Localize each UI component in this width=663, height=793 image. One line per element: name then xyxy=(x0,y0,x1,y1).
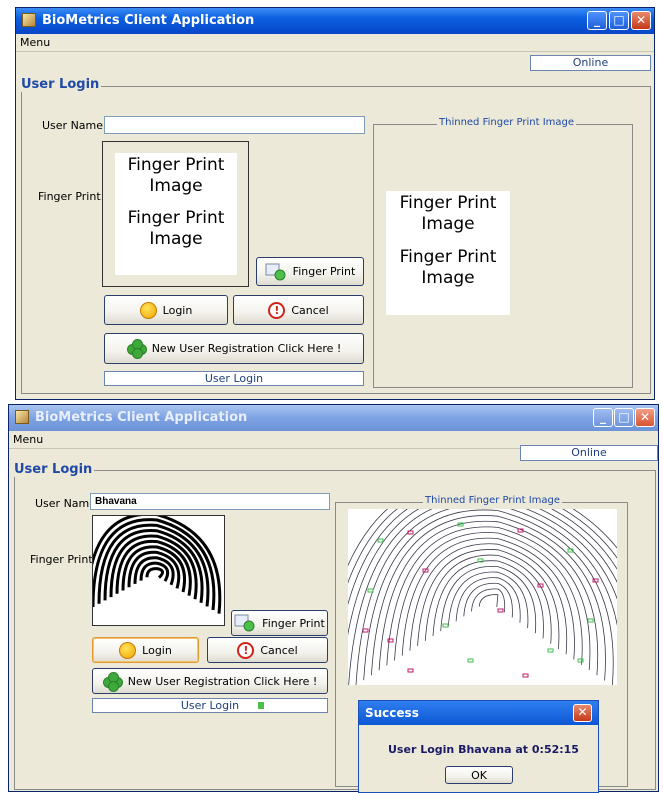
new-user-registration-button[interactable]: New User Registration Click Here ! xyxy=(92,668,328,694)
fingerprint-button-label: Finger Print xyxy=(262,616,325,630)
login-button[interactable]: Login xyxy=(92,637,199,663)
fingerprint-button[interactable]: Finger Print xyxy=(256,257,364,286)
cancel-button[interactable]: ! Cancel xyxy=(233,295,364,325)
title-bar[interactable]: BioMetrics Client Application _ □ ✕ xyxy=(9,405,658,431)
login-button-label: Login xyxy=(162,303,193,317)
title-bar[interactable]: BioMetrics Client Application _ □ ✕ xyxy=(16,8,654,34)
stop-icon: ! xyxy=(237,641,255,659)
dialog-message: User Login Bhavana at 0:52:15 xyxy=(388,743,579,756)
app-window-before-login: BioMetrics Client Application _ □ ✕ Menu… xyxy=(15,7,655,400)
ok-button-label: OK xyxy=(471,768,487,782)
group-title: User Login xyxy=(19,77,102,92)
window-title: BioMetrics Client Application xyxy=(42,13,255,28)
progress-label: User Login xyxy=(180,699,240,712)
login-button-label: Login xyxy=(142,643,172,657)
menu-item[interactable]: Menu xyxy=(20,36,50,49)
clover-icon xyxy=(102,671,123,692)
progress-label: User Login xyxy=(204,372,264,385)
connection-status: Online xyxy=(520,445,658,461)
success-dialog: Success ✕ User Login Bhavana at 0:52:15 … xyxy=(358,700,599,793)
ok-button[interactable]: OK xyxy=(445,766,513,784)
smiley-icon xyxy=(119,641,137,659)
smiley-icon xyxy=(139,301,157,319)
login-progress-bar: User Login xyxy=(92,698,328,713)
maximize-button[interactable]: □ xyxy=(614,408,634,427)
maximize-button[interactable]: □ xyxy=(609,11,629,30)
minimize-button[interactable]: _ xyxy=(593,408,613,427)
dialog-title-bar[interactable]: Success ✕ xyxy=(359,701,598,725)
fingerprint-scanner-icon xyxy=(265,263,287,281)
registration-button-label: New User Registration Click Here ! xyxy=(127,674,318,688)
thinned-image-placeholder: Finger Print Image Finger Print Image xyxy=(386,191,510,315)
window-title: BioMetrics Client Application xyxy=(35,410,248,425)
registration-button-label: New User Registration Click Here ! xyxy=(151,342,342,355)
user-name-label: User Name: xyxy=(42,119,107,132)
stop-icon: ! xyxy=(268,301,286,319)
thinned-image-title: Thinned Finger Print Image xyxy=(423,495,563,506)
cancel-button-label: Cancel xyxy=(260,643,298,657)
cancel-button-label: Cancel xyxy=(291,303,329,317)
clover-icon xyxy=(126,339,147,359)
login-progress-bar: User Login xyxy=(104,371,364,386)
fingerprint-label: Finger Print: xyxy=(38,190,105,203)
thinned-image-title: Thinned Finger Print Image xyxy=(437,117,577,128)
fingerprint-image-placeholder: Finger Print Image Finger Print Image xyxy=(115,153,237,275)
app-window-icon xyxy=(15,410,29,424)
close-button[interactable]: ✕ xyxy=(631,11,651,30)
user-name-input[interactable] xyxy=(90,493,330,510)
new-user-registration-button[interactable]: New User Registration Click Here ! xyxy=(104,333,364,364)
fingerprint-label: Finger Print: xyxy=(30,553,97,566)
group-title: User Login xyxy=(12,462,95,477)
cancel-button[interactable]: ! Cancel xyxy=(207,637,328,663)
thinned-fingerprint-image xyxy=(317,475,658,713)
fingerprint-button-label: Finger Print xyxy=(292,265,356,278)
minimize-button[interactable]: _ xyxy=(587,11,607,30)
progress-fill xyxy=(258,702,264,709)
menu-item[interactable]: Menu xyxy=(13,433,43,446)
user-name-input[interactable] xyxy=(104,116,365,134)
fingerprint-image-frame xyxy=(85,512,225,626)
fingerprint-button[interactable]: Finger Print xyxy=(231,610,328,636)
fingerprint-image-frame: Finger Print Image Finger Print Image xyxy=(102,141,249,287)
dialog-close-button[interactable]: ✕ xyxy=(573,704,592,722)
menu-bar: Menu xyxy=(16,34,654,52)
dialog-title: Success xyxy=(365,706,419,720)
close-button[interactable]: ✕ xyxy=(635,408,655,427)
connection-status: Online xyxy=(530,55,651,71)
fingerprint-scanner-icon xyxy=(234,614,256,632)
fingerprint-scan-image xyxy=(85,512,222,614)
app-window-icon xyxy=(22,13,36,27)
login-button[interactable]: Login xyxy=(104,295,228,325)
